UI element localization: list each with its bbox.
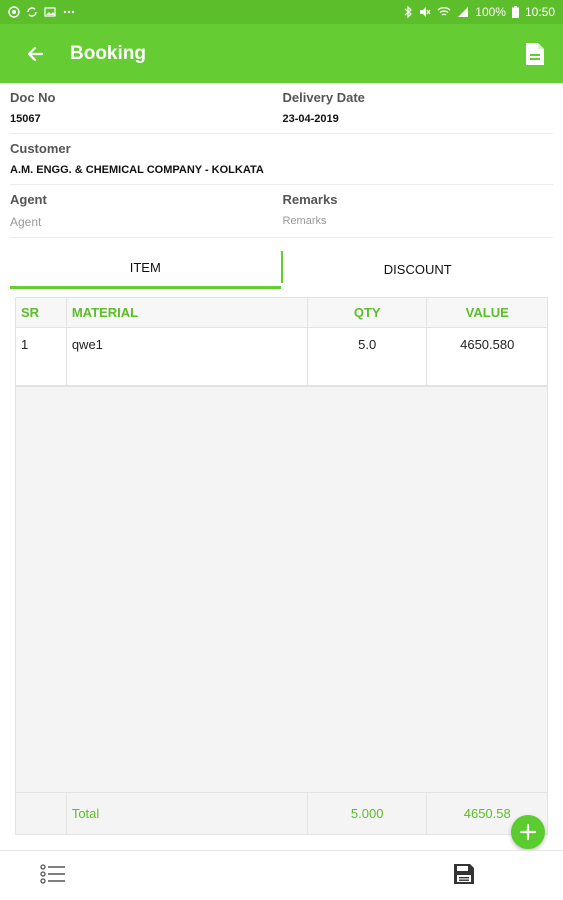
tab-item[interactable]: ITEM	[10, 249, 281, 289]
remarks-input[interactable]: Remarks	[283, 215, 554, 227]
booking-form: Doc No 15067 Delivery Date 23-04-2019 Cu…	[0, 83, 563, 238]
footer-spacer	[16, 793, 67, 834]
header-sr: SR	[16, 298, 67, 327]
doc-row: Doc No 15067 Delivery Date 23-04-2019	[10, 83, 553, 134]
customer-row: Customer A.M. ENGG. & CHEMICAL COMPANY -…	[10, 134, 553, 185]
back-button[interactable]	[0, 24, 70, 83]
header-value: VALUE	[465, 305, 509, 320]
sync-icon	[27, 7, 37, 17]
notification-icon	[8, 6, 20, 18]
agent-field[interactable]: Agent Agent	[10, 185, 281, 237]
document-icon	[526, 42, 544, 65]
remarks-field[interactable]: Remarks Remarks	[281, 185, 554, 237]
add-item-button[interactable]	[511, 815, 545, 849]
remarks-label: Remarks	[282, 192, 338, 207]
bottom-bar	[0, 850, 563, 900]
row-qty: 5.0	[308, 328, 428, 385]
document-button[interactable]	[507, 24, 563, 83]
wifi-icon	[437, 7, 451, 16]
footer-total-label: Total	[67, 793, 308, 834]
customer-field[interactable]: Customer A.M. ENGG. & CHEMICAL COMPANY -…	[10, 134, 553, 184]
battery-percent: 100%	[475, 5, 506, 19]
doc-no-label: Doc No	[10, 90, 56, 105]
customer-value[interactable]: A.M. ENGG. & CHEMICAL COMPANY - KOLKATA	[10, 164, 553, 176]
row-value: 4650.580	[460, 337, 515, 352]
more-icon	[63, 10, 75, 14]
delivery-date-value[interactable]: 23-04-2019	[283, 113, 554, 125]
row-sr: 1	[16, 328, 67, 385]
image-icon	[44, 7, 56, 17]
table-header: SR MATERIAL QTY VALUE	[16, 298, 547, 328]
table-footer: Total 5.000 4650.58	[16, 792, 547, 834]
save-button[interactable]	[449, 859, 479, 889]
table-empty-area	[16, 387, 547, 792]
signal-icon	[458, 7, 469, 17]
clock: 10:50	[524, 5, 555, 19]
status-bar: 100% 10:50	[0, 0, 563, 24]
status-left-icons	[8, 6, 76, 18]
arrow-left-icon	[27, 46, 44, 61]
battery-icon	[511, 6, 519, 18]
delivery-date-label: Delivery Date	[282, 90, 365, 105]
agent-remarks-row: Agent Agent Remarks Remarks	[10, 185, 553, 238]
list-icon	[40, 864, 65, 884]
table-row[interactable]: 1 qwe1 5.0 4650.580	[16, 328, 547, 387]
floppy-disk-icon	[454, 864, 474, 884]
plus-icon	[519, 823, 537, 841]
footer-total-qty: 5.000	[308, 793, 428, 834]
tab-bar: ITEM DISCOUNT	[10, 249, 553, 289]
row-material: qwe1	[67, 328, 308, 385]
status-right-icons: 100% 10:50	[403, 5, 555, 19]
tab-discount[interactable]: DISCOUNT	[283, 249, 554, 289]
header-qty: QTY	[308, 298, 428, 327]
doc-no-field: Doc No 15067	[10, 83, 281, 133]
page-title: Booking	[70, 42, 146, 64]
items-table: SR MATERIAL QTY VALUE 1 qwe1 5.0 4650.58…	[15, 297, 548, 835]
doc-no-value: 15067	[10, 113, 41, 125]
header-material: MATERIAL	[67, 298, 308, 327]
agent-label: Agent	[10, 192, 47, 207]
delivery-date-field[interactable]: Delivery Date 23-04-2019	[281, 83, 554, 133]
list-button[interactable]	[38, 859, 68, 889]
app-bar: Booking	[0, 24, 563, 83]
customer-label: Customer	[10, 141, 71, 156]
bluetooth-icon	[404, 6, 413, 18]
agent-input[interactable]: Agent	[10, 215, 281, 229]
mute-icon	[420, 7, 431, 17]
